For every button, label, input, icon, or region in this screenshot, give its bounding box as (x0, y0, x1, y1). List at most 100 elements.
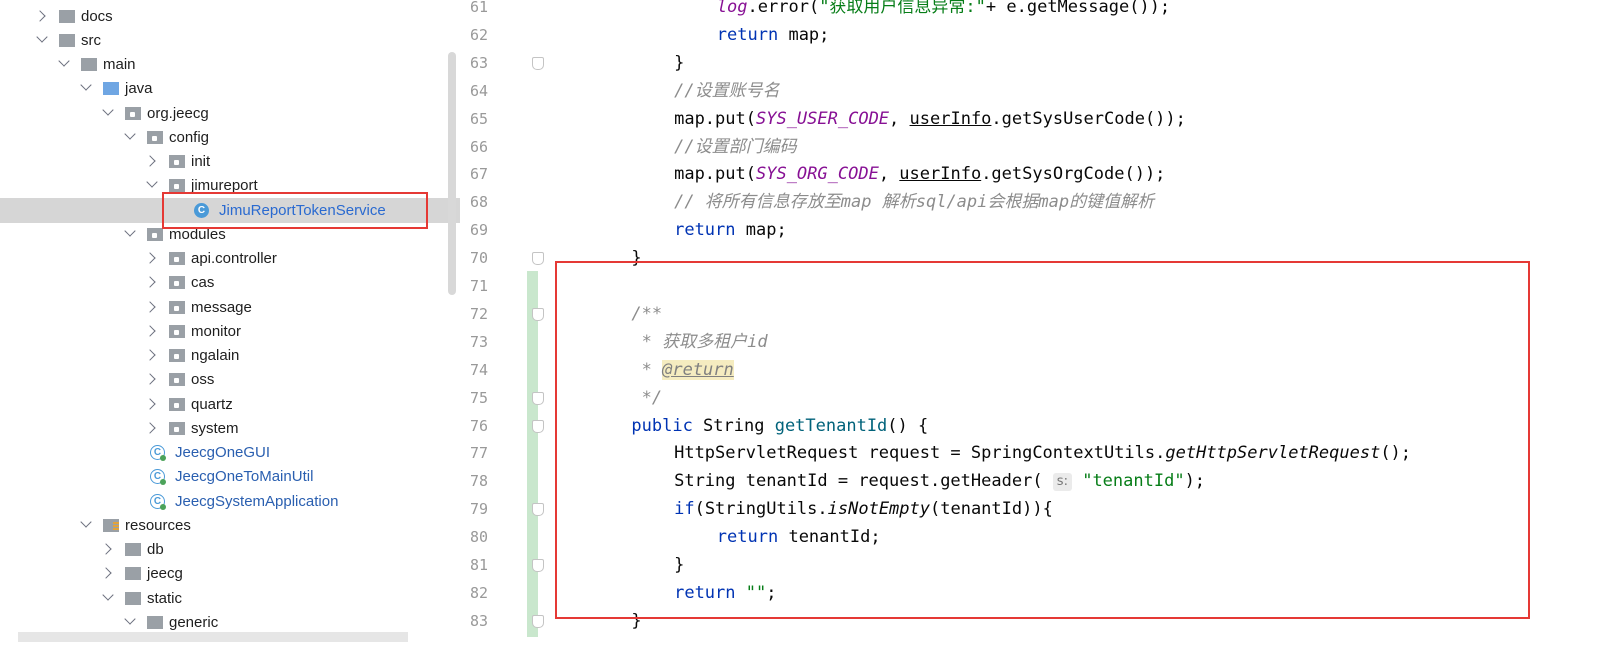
tree-item-ngalain[interactable]: ngalain (0, 343, 468, 368)
code-token: //设置部门编码 (674, 136, 797, 157)
fold-toggle-icon[interactable] (532, 252, 544, 266)
tree-item-label: static (147, 589, 183, 607)
tree-item-jeecgonetomainutil[interactable]: C JeecgOneToMainUtil (0, 464, 468, 489)
tree-item-jeecgsystemapplication[interactable]: C JeecgSystemApplication (0, 489, 468, 514)
tree-item-oss[interactable]: oss (0, 367, 468, 392)
line-number: 77 (469, 444, 488, 463)
package-dot (174, 426, 179, 432)
tree-item-config[interactable]: config (0, 125, 468, 150)
line-number: 64 (469, 81, 488, 100)
tree-item-docs[interactable]: docs (0, 4, 468, 29)
chevron-right-icon[interactable] (144, 422, 156, 434)
package-dot (130, 111, 135, 117)
fold-toggle-icon[interactable] (532, 419, 544, 433)
line-number: 70 (469, 249, 488, 268)
chevron-down-icon[interactable] (102, 103, 114, 116)
chevron-right-icon[interactable] (144, 252, 156, 264)
chevron-down-icon[interactable] (80, 516, 92, 528)
chevron-down-icon[interactable] (146, 176, 158, 188)
code-line[interactable]: //设置部门编码 (674, 133, 796, 161)
tree-scrollbar[interactable] (448, 52, 456, 295)
folder-icon (147, 615, 163, 629)
chevron-down-icon[interactable] (58, 55, 70, 67)
chevron-right-icon[interactable] (144, 325, 156, 337)
tree-item-label: JeecgOneGUI (175, 444, 271, 461)
chevron-right-icon[interactable] (144, 397, 156, 410)
code-line[interactable]: map.put(SYS_USER_CODE, userInfo.getSysUs… (674, 105, 1186, 133)
tree-item-cas[interactable]: cas (0, 270, 468, 295)
package-dot (174, 378, 179, 384)
line-number: 62 (469, 25, 488, 44)
line-number: 61 (469, 0, 488, 16)
chevron-down-icon[interactable] (124, 225, 136, 237)
tree-item-api-controller[interactable]: api.controller (0, 246, 468, 271)
tree-item-java[interactable]: java (0, 76, 468, 101)
fold-toggle-icon[interactable] (532, 614, 544, 628)
line-number: 83 (469, 611, 488, 630)
tree-item-system[interactable]: system (0, 416, 468, 441)
code-token: userInfo (909, 108, 992, 129)
fold-toggle-icon[interactable] (532, 503, 544, 517)
tree-item-jeecgonegui[interactable]: C JeecgOneGUI (0, 440, 468, 465)
tree-item-org-jeecg[interactable]: org.jeecg (0, 101, 468, 126)
tree-item-label: monitor (191, 322, 242, 340)
tree-item-jeecg[interactable]: jeecg (0, 561, 468, 586)
fold-toggle-icon[interactable] (532, 56, 544, 70)
tree-item-static[interactable]: static (0, 586, 468, 611)
run-marker-icon (160, 503, 166, 510)
chevron-down-icon[interactable] (80, 79, 92, 91)
code-token: .getSysUserCode()); (991, 108, 1186, 129)
chevron-right-icon[interactable] (144, 373, 156, 385)
chevron-down-icon[interactable] (36, 31, 48, 43)
fold-toggle-icon[interactable] (532, 307, 544, 321)
tree-item-resources[interactable]: resources (0, 513, 468, 538)
project-tree[interactable]: docs src main java org.jeecg config init jimure… (0, 0, 468, 661)
code-token: map; (735, 220, 787, 241)
code-line[interactable]: log.error("获取用户信息异常:"+ e.getMessage()); (717, 0, 1170, 21)
tree-horizontal-scrollbar[interactable] (18, 632, 408, 642)
code-line[interactable]: map.put(SYS_ORG_CODE, userInfo.getSysOrg… (674, 160, 1165, 188)
tree-item-main[interactable]: main (0, 52, 468, 77)
chevron-right-icon[interactable] (144, 276, 156, 288)
code-line[interactable]: } (674, 49, 684, 77)
package-dot (174, 402, 179, 408)
chevron-right-icon[interactable] (34, 9, 46, 22)
code-line[interactable]: // 将所有信息存放至map 解析sql/api会根据map的键值解析 (674, 188, 1154, 216)
chevron-down-icon[interactable] (124, 128, 136, 140)
chevron-down-icon[interactable] (102, 588, 114, 601)
code-line[interactable]: //设置账号名 (674, 77, 779, 105)
line-number: 79 (469, 500, 488, 519)
code-line[interactable]: return map; (674, 216, 787, 244)
fold-toggle-icon[interactable] (532, 559, 544, 572)
chevron-right-icon[interactable] (144, 155, 156, 167)
code-line[interactable]: return map; (717, 21, 830, 49)
chevron-right-icon[interactable] (144, 300, 156, 313)
tree-item-label: config (169, 128, 210, 146)
chevron-down-icon[interactable] (124, 613, 136, 625)
line-number: 78 (469, 472, 488, 491)
tree-item-label: db (147, 541, 164, 558)
tree-item-label: resources (125, 516, 191, 534)
tree-item-db[interactable]: db (0, 537, 468, 562)
tree-item-message[interactable]: message (0, 295, 468, 320)
tree-item-label: message (191, 298, 252, 316)
vcs-added-marker (527, 271, 538, 637)
chevron-right-icon[interactable] (100, 567, 112, 579)
tree-item-quartz[interactable]: quartz (0, 392, 468, 417)
code-token: , (878, 164, 900, 185)
code-token: "获取用户信息异常:" (819, 0, 986, 17)
code-token: userInfo (899, 164, 982, 185)
code-token: // 将所有信息存放至map 解析sql/api会根据map的键值解析 (674, 192, 1155, 213)
package-dot (174, 257, 179, 262)
tree-item-label: JeecgOneToMainUtil (175, 468, 314, 486)
spring-boot-class-icon: C (150, 493, 166, 510)
tree-item-generic[interactable]: generic (0, 610, 468, 635)
tree-item-src[interactable]: src (0, 28, 468, 53)
tree-item-init[interactable]: init (0, 149, 468, 174)
tree-item-monitor[interactable]: monitor (0, 319, 468, 344)
chevron-right-icon[interactable] (100, 543, 112, 555)
fold-toggle-icon[interactable] (532, 391, 544, 405)
highlight-box-tree-item (162, 192, 428, 229)
folder-icon (59, 9, 75, 23)
chevron-right-icon[interactable] (144, 349, 156, 361)
